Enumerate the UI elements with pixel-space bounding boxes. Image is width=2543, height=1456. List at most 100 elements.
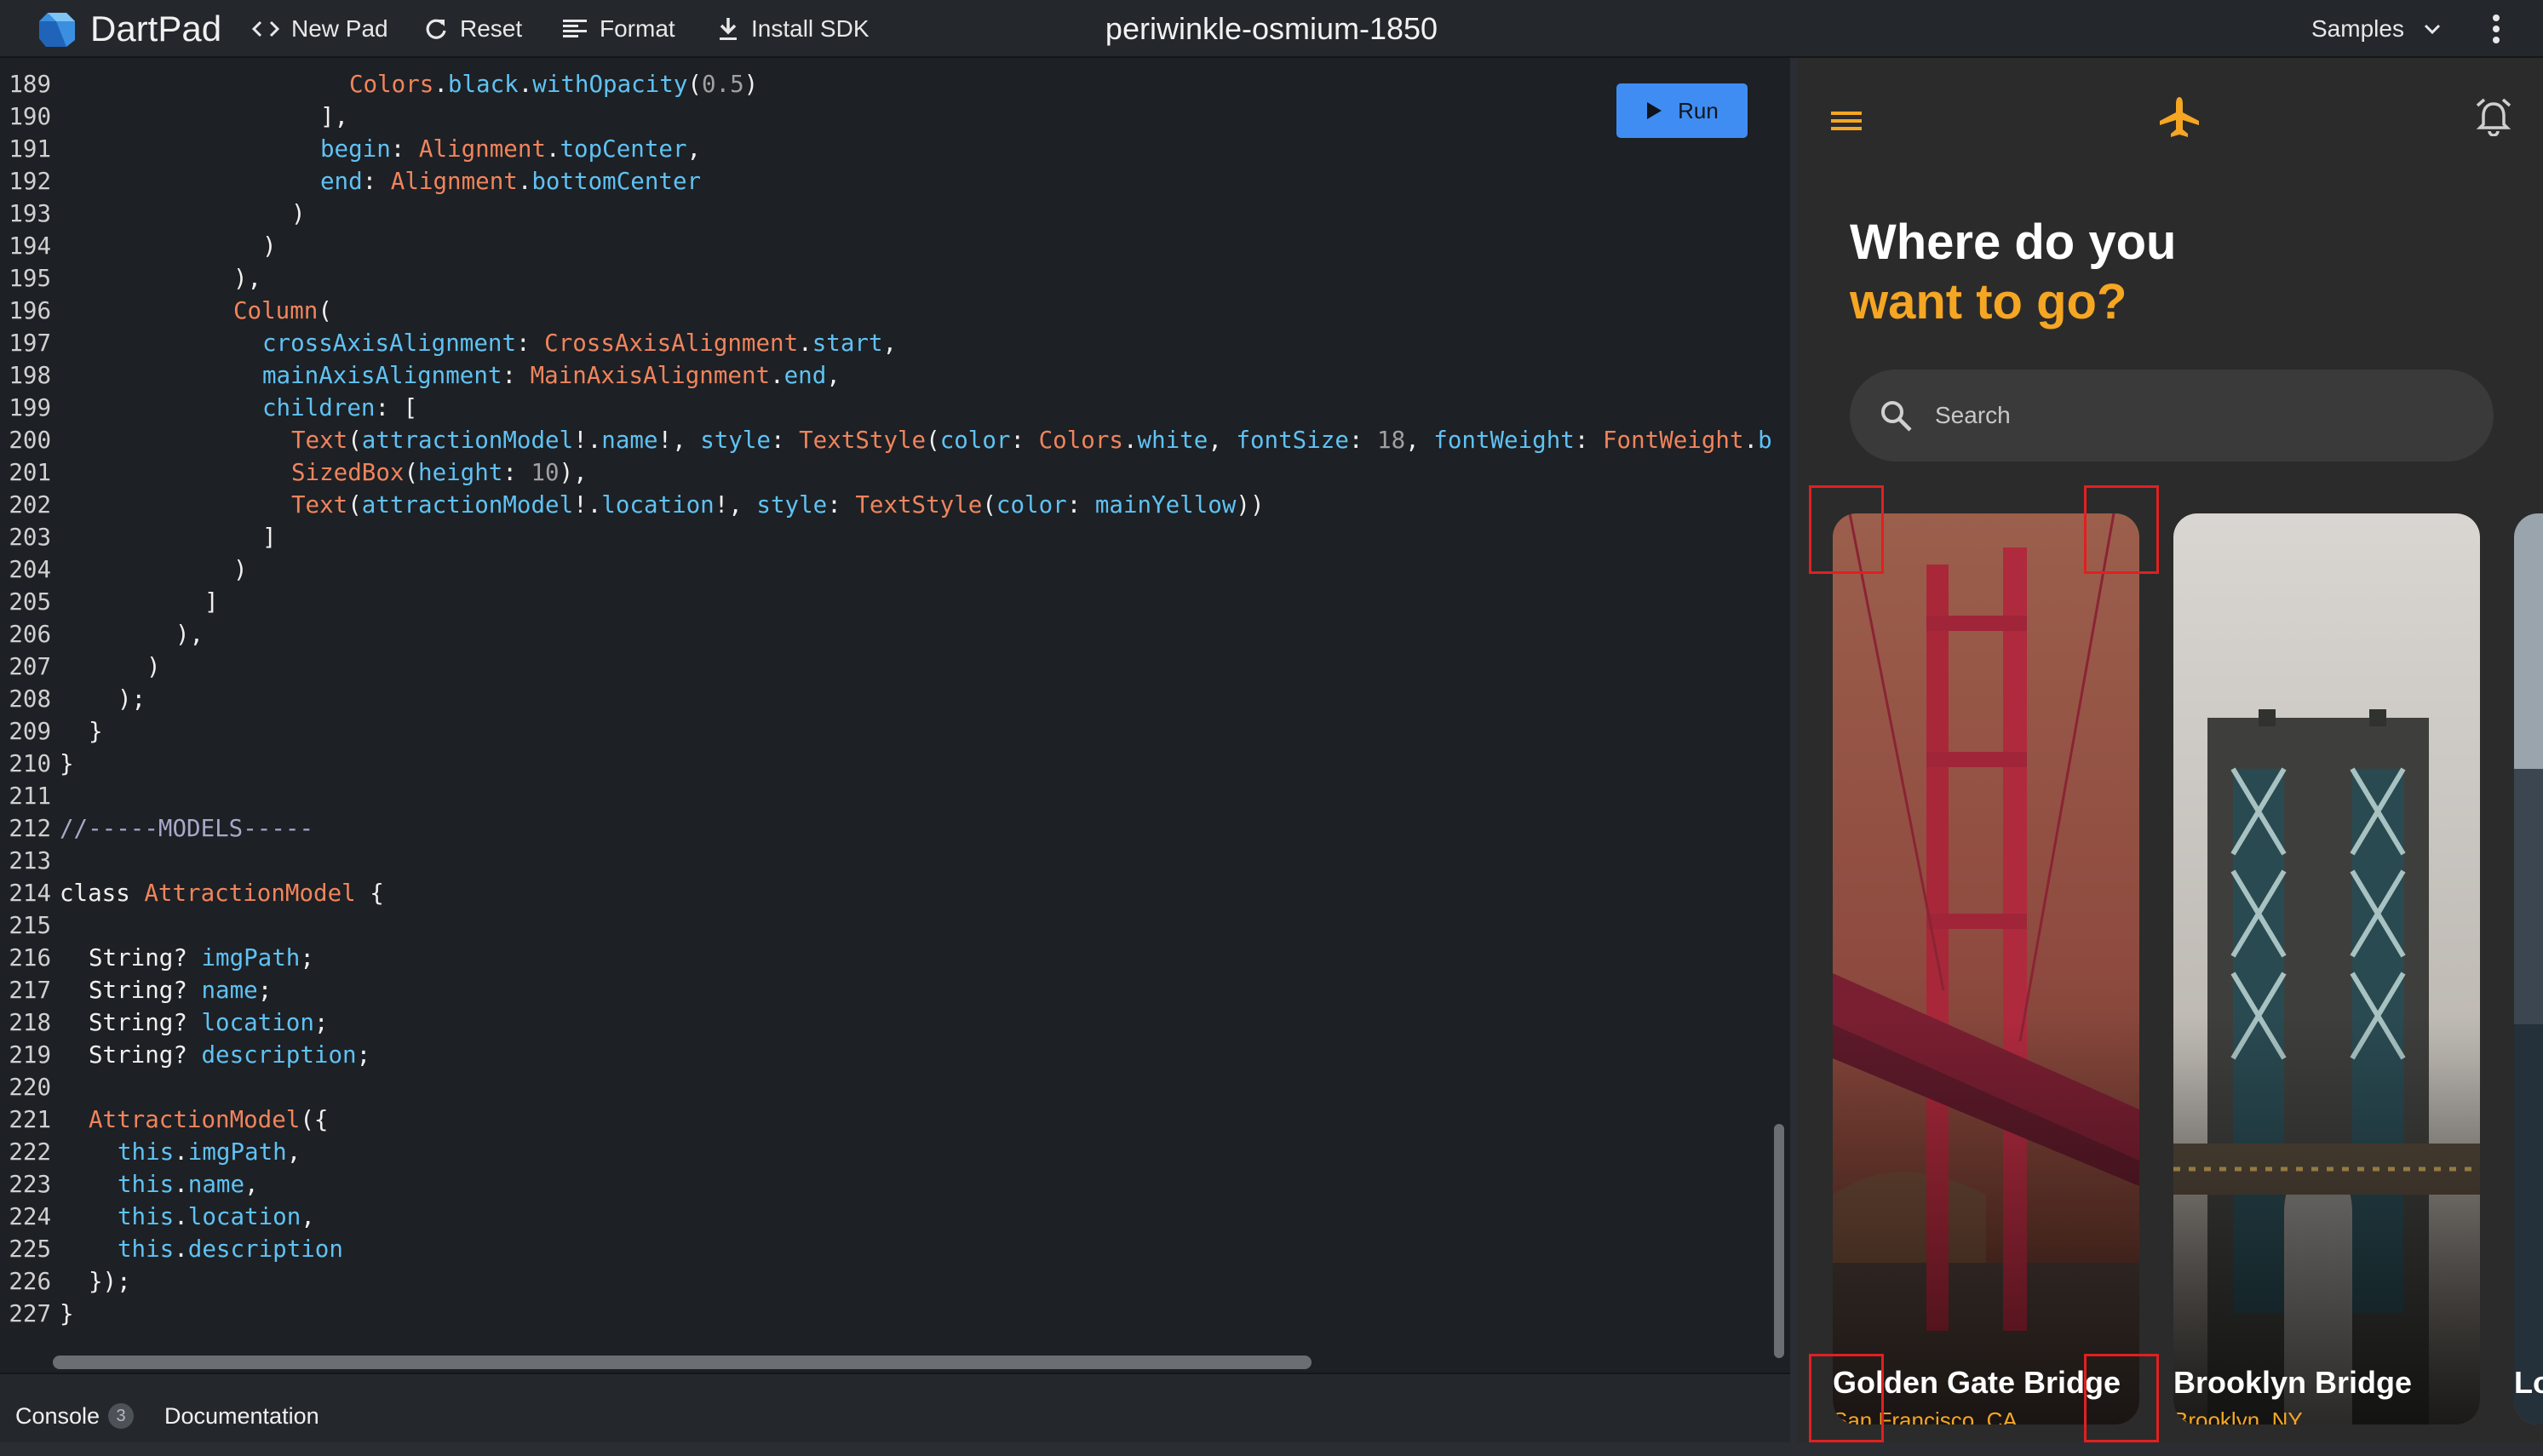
code-token: , (1405, 427, 1434, 454)
code-editor[interactable]: 189 Colors.black.withOpacity(0.5) 190], 191… (0, 68, 1782, 1362)
code-line[interactable]: 208); (0, 683, 146, 715)
code-token: begin (320, 135, 391, 163)
line-number: 195 (9, 265, 51, 292)
code-line[interactable]: 220 (0, 1071, 60, 1103)
run-button[interactable]: Run (1616, 83, 1748, 138)
dartpad-logo[interactable]: DartPad (36, 0, 221, 58)
code-line[interactable]: 198 mainAxisAlignment: MainAxisAlignment.… (0, 359, 841, 392)
code-content: }); (60, 1268, 131, 1295)
code-line[interactable]: 214 class AttractionModel { (0, 877, 384, 909)
editor-horizontal-scrollbar[interactable] (53, 1356, 1312, 1369)
reset-button[interactable]: Reset (424, 0, 522, 58)
code-line[interactable]: 206), (0, 618, 204, 651)
card-location: San Francisco, CA (1833, 1407, 2018, 1424)
code-token: : (1066, 491, 1095, 519)
install-sdk-button[interactable]: Install SDK (717, 0, 870, 58)
code-line[interactable]: 224 this.location, (0, 1201, 314, 1233)
format-button[interactable]: Format (562, 0, 675, 58)
code-line[interactable]: 191 begin: Alignment.topCenter, (0, 133, 701, 165)
code-line[interactable]: 195), (0, 262, 261, 295)
code-line[interactable]: 215 (0, 909, 60, 942)
code-line[interactable]: 218 String? location; (0, 1006, 328, 1039)
code-line[interactable]: 227} (0, 1298, 74, 1330)
code-line[interactable]: 193) (0, 198, 305, 230)
code-line[interactable]: 210} (0, 748, 73, 780)
code-line[interactable]: 205] (0, 586, 218, 618)
panel-divider[interactable] (1790, 58, 1797, 1456)
code-token: Text (291, 427, 348, 454)
alarm-bell-icon[interactable] (2475, 97, 2512, 136)
code-token: ) (743, 71, 759, 98)
code-line[interactable]: 209} (0, 715, 103, 748)
code-line[interactable]: 226}); (0, 1265, 131, 1298)
code-content: } (60, 1300, 74, 1327)
code-line[interactable]: 190], (0, 100, 348, 133)
code-line[interactable]: 207) (0, 651, 160, 683)
code-content: this.name, (60, 1171, 259, 1198)
code-token: }); (89, 1268, 131, 1295)
menu-icon[interactable] (1829, 107, 1863, 135)
line-number: 222 (9, 1138, 51, 1166)
code-line[interactable]: 203] (0, 521, 276, 553)
code-token: AttractionModel (144, 880, 356, 907)
brooklyn-bridge-image (2173, 513, 2480, 1424)
new-pad-button[interactable]: New Pad (252, 0, 388, 58)
code-token: start (812, 330, 883, 357)
search-input[interactable]: Search (1850, 370, 2494, 461)
code-token: TextStyle (799, 427, 927, 454)
code-line[interactable]: 221 AttractionModel({ (0, 1103, 328, 1136)
code-line[interactable]: 223 this.name, (0, 1168, 259, 1201)
attraction-image-partial (2514, 513, 2543, 1424)
code-token: name (201, 977, 258, 1004)
code-line[interactable]: 192 end: Alignment.bottomCenter (0, 165, 701, 198)
code-line[interactable]: 225 this.description (0, 1233, 343, 1265)
code-token: attractionModel (361, 491, 574, 519)
code-content: crossAxisAlignment: CrossAxisAlignment.s… (60, 330, 897, 357)
code-line[interactable]: 217 String? name; (0, 974, 272, 1006)
samples-label: Samples (2311, 15, 2404, 42)
attraction-card-golden-gate[interactable]: Golden Gate Bridge San Francisco, CA (1833, 513, 2139, 1424)
code-line[interactable]: 200 Text(attractionModel!.name!, style: T… (0, 424, 1771, 456)
code-token: name (601, 427, 658, 454)
card-title: Lo (2514, 1365, 2543, 1400)
code-line[interactable]: 199 children: [ (0, 392, 417, 424)
code-line[interactable]: 201 SizedBox(height: 10), (0, 456, 587, 489)
line-number: 202 (9, 491, 51, 519)
code-token: ( (687, 71, 702, 98)
code-content: Colors.black.withOpacity(0.5) (60, 71, 758, 98)
more-options-button[interactable] (2492, 0, 2512, 58)
code-token: location (187, 1203, 301, 1230)
code-line[interactable]: 196 Column( (0, 295, 332, 327)
code-token: , (286, 1138, 301, 1166)
code-token: black (447, 71, 519, 98)
code-line[interactable]: 204) (0, 553, 247, 586)
attraction-card-partial[interactable]: Lo (2514, 513, 2543, 1424)
code-line[interactable]: 211 (0, 780, 60, 812)
status-strip (0, 1442, 2543, 1456)
samples-dropdown[interactable]: Samples (2311, 0, 2454, 58)
line-number: 204 (9, 556, 51, 583)
line-number: 198 (9, 362, 51, 389)
code-line[interactable]: 212 //-----MODELS----- (0, 812, 313, 845)
code-line[interactable]: 194) (0, 230, 276, 262)
code-token: location (201, 1009, 314, 1036)
code-line[interactable]: 197 crossAxisAlignment: CrossAxisAlignmen… (0, 327, 897, 359)
code-line[interactable]: 202 Text(attractionModel!.location!, styl… (0, 489, 1264, 521)
pad-title[interactable]: periwinkle-osmium-1850 (1105, 11, 1438, 47)
code-line[interactable]: 189 Colors.black.withOpacity(0.5) (0, 68, 758, 100)
code-line[interactable]: 222 this.imgPath, (0, 1136, 301, 1168)
code-token: , (244, 1171, 259, 1198)
card-title: Golden Gate Bridge (1833, 1365, 2121, 1400)
code-token: end (320, 168, 363, 195)
code-line[interactable]: 219 String? description; (0, 1039, 370, 1071)
attraction-card-brooklyn[interactable]: Brooklyn Bridge Brooklyn, NY (2173, 513, 2480, 1424)
code-token: } (89, 718, 103, 745)
code-line[interactable]: 213 (0, 845, 60, 877)
code-token: ( (318, 297, 332, 324)
code-line[interactable]: 216 String? imgPath; (0, 942, 314, 974)
code-token: !, (657, 427, 701, 454)
chevron-down-icon (2424, 24, 2440, 35)
golden-gate-bridge-image (1833, 513, 2139, 1424)
editor-vertical-scrollbar[interactable] (1774, 1124, 1784, 1358)
code-token: attractionModel (361, 427, 574, 454)
